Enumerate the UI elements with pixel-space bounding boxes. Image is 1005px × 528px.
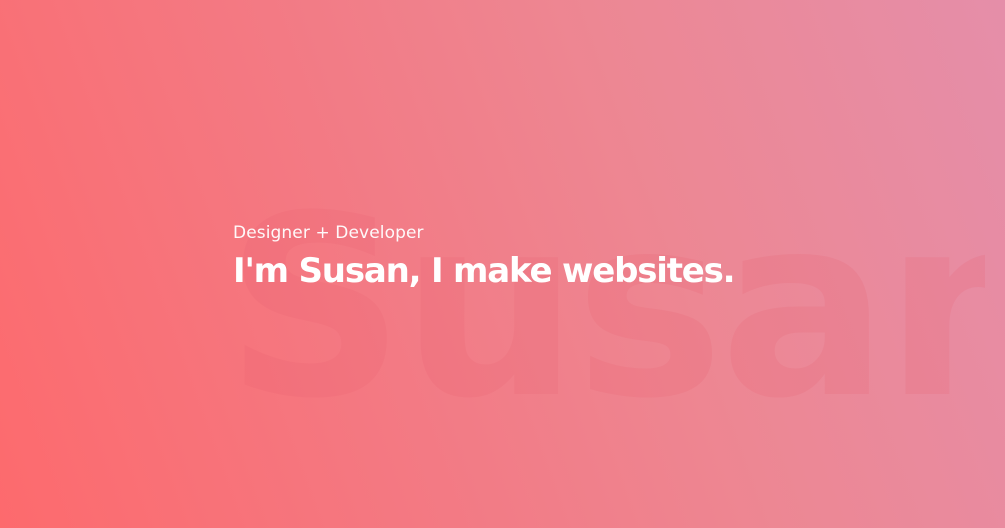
hero-headline: I'm Susan, I make websites.	[233, 251, 736, 291]
hero-section: Susan Designer + Developer I'm Susan, I …	[0, 0, 1005, 528]
hero-intro: Designer + Developer I'm Susan, I make w…	[233, 221, 933, 291]
hero-tagline: Designer + Developer	[233, 223, 424, 243]
background-name-watermark: Susan	[225, 178, 985, 438]
